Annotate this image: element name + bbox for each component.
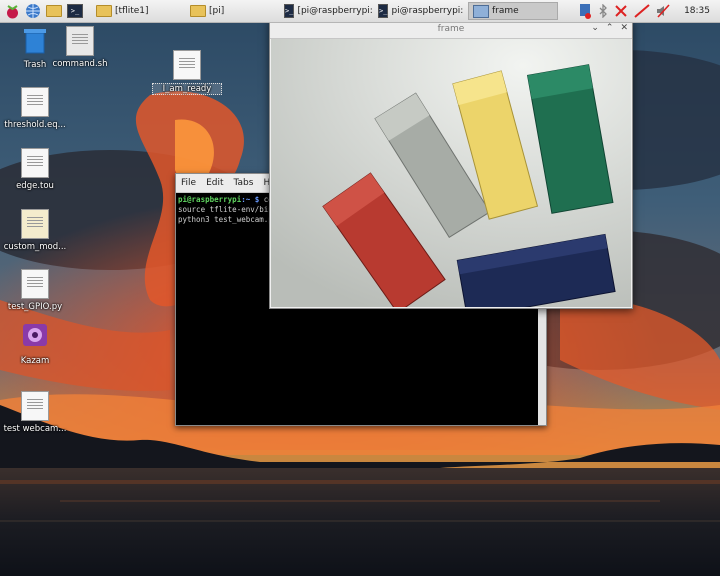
text-file-icon [173, 50, 201, 80]
maximize-icon[interactable]: ⌃ [606, 23, 614, 33]
frame-window-icon [473, 4, 489, 18]
volume-muted-icon[interactable] [656, 4, 670, 18]
desktop-icon-label: custom_mod... [3, 242, 67, 252]
taskbar-button-tflite1[interactable]: [tflite1] [92, 2, 184, 20]
desktop-icon-custom-model[interactable]: custom_mod... [0, 209, 70, 252]
terminal-icon[interactable]: >_ [66, 2, 84, 20]
eject-icon[interactable] [578, 3, 592, 19]
frame-window[interactable]: frame ⌄ ⌃ ✕ [269, 19, 633, 309]
network-disconnected-icon[interactable] [614, 4, 628, 18]
desktop-icon-label: threshold.eq... [4, 120, 66, 130]
cpu-graph-icon[interactable] [634, 4, 650, 18]
taskbar-button-label: pi@raspberrypi: ~ [391, 6, 466, 16]
folder-icon [96, 5, 112, 17]
terminal-icon: >_ [378, 4, 389, 18]
kazam-app-icon [23, 324, 47, 346]
text-file-icon [21, 391, 49, 421]
web-browser-icon[interactable] [24, 2, 42, 20]
desktop-icon-label: edge.tou [16, 181, 54, 191]
taskbar-button-label: frame [492, 6, 519, 16]
terminal-prompt: pi@raspberrypi [178, 195, 242, 204]
desktop-icon-i-am-ready[interactable]: I_am_ready [152, 50, 222, 95]
desktop-icon-label: Kazam [20, 356, 50, 366]
desktop-icon-label: test_GPIO.py [7, 302, 63, 312]
archive-file-icon [21, 209, 49, 239]
taskbar-button-pi[interactable]: [pi] [186, 2, 278, 20]
taskbar-button-terminal-2[interactable]: >_ pi@raspberrypi: ~ [374, 2, 466, 20]
taskbar-button-label: [pi] [209, 6, 225, 16]
text-file-icon [21, 148, 49, 178]
file-manager-icon[interactable] [45, 2, 63, 20]
desktop-icon-test-webcam[interactable]: test webcam... [0, 391, 70, 434]
menu-tabs[interactable]: Tabs [229, 178, 259, 188]
terminal-path: :~ $ [241, 195, 260, 204]
desktop-icon-test-gpio[interactable]: test_GPIO.py [0, 269, 70, 312]
text-file-icon [21, 269, 49, 299]
menu-edit[interactable]: Edit [201, 178, 228, 188]
webcam-frame-image [271, 39, 631, 307]
desktop-icon-command-sh[interactable]: command.sh [45, 26, 115, 69]
bluetooth-icon[interactable] [598, 4, 608, 18]
taskbar-button-terminal-1[interactable]: >_ [pi@raspberrypi: ~ [280, 2, 372, 20]
terminal-icon: >_ [284, 4, 295, 18]
system-tray: 18:35 [578, 3, 720, 19]
desktop-icon-threshold[interactable]: threshold.eq... [0, 87, 70, 130]
raspberry-menu-icon[interactable] [3, 2, 21, 20]
taskbar-button-frame[interactable]: frame [468, 2, 558, 20]
desktop-icon-kazam[interactable]: Kazam [0, 322, 70, 366]
script-file-icon [66, 26, 94, 56]
taskbar-button-label: [tflite1] [115, 6, 149, 16]
desktop-icon-edge[interactable]: edge.tou [0, 148, 70, 191]
minimize-icon[interactable]: ⌄ [591, 23, 599, 33]
desktop-icon-label: test webcam... [3, 424, 67, 434]
taskbar-button-label: [pi@raspberrypi: ~ [297, 6, 372, 16]
close-icon[interactable]: ✕ [620, 23, 628, 33]
desktop-icon-label: command.sh [52, 59, 108, 69]
menu-file[interactable]: File [176, 178, 201, 188]
taskbar: >_ [tflite1] [pi] >_ [pi@raspberrypi: ~ … [0, 0, 720, 23]
text-file-icon [21, 87, 49, 117]
folder-icon [190, 5, 206, 17]
clock[interactable]: 18:35 [684, 6, 710, 16]
desktop-icon-label: I_am_ready [152, 83, 222, 95]
